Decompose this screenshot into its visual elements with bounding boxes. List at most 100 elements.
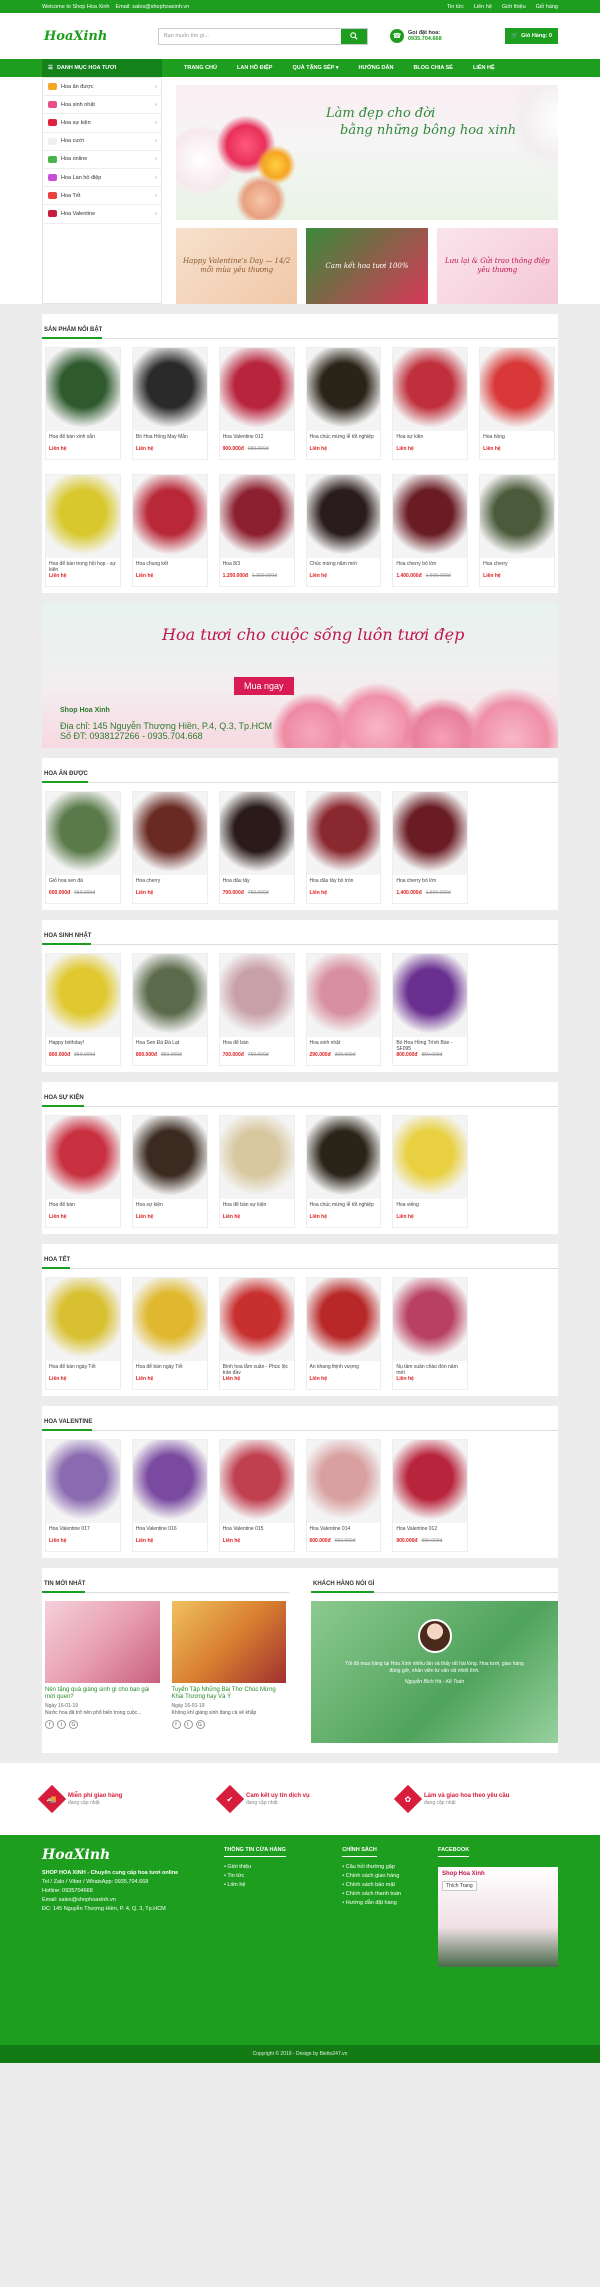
- policy-custom[interactable]: ✿ Làm và giao hoa theo yêu cầu đang cập n…: [393, 1784, 558, 1814]
- product-name[interactable]: Hoa cherry bó lớn: [393, 558, 467, 571]
- product-name[interactable]: Giỏ hoa sen đá: [46, 875, 120, 888]
- product-name[interactable]: Hoa sự kiện: [393, 431, 467, 444]
- product-image[interactable]: [480, 348, 554, 431]
- product-card[interactable]: Bình hoa lẵm xuân - Phúc lộc tràn đầy Liê…: [218, 1277, 295, 1390]
- news-item[interactable]: Nên tặng quà giáng sinh gì cho bạn gái m…: [45, 1601, 160, 1729]
- product-card[interactable]: Hoa sự kiện Liên hệ: [392, 347, 469, 460]
- product-name[interactable]: Hoa Valentine 014: [307, 1523, 381, 1536]
- product-card[interactable]: Hoa để bàn sự kiện Liên hệ: [218, 1115, 295, 1228]
- product-card[interactable]: Hoa chúc mừng lễ tốt nghiệp Liên hệ: [305, 347, 382, 460]
- facebook-widget[interactable]: Shop Hoa Xinh Thích Trang: [438, 1867, 559, 1967]
- twitter-icon[interactable]: t: [57, 1720, 66, 1729]
- product-image[interactable]: [306, 954, 381, 1037]
- product-card[interactable]: Chúc mừng năm mới Liên hệ: [305, 474, 382, 587]
- product-card[interactable]: Hoa sự kiện Liên hệ: [131, 1115, 208, 1228]
- product-name[interactable]: Hoa để bàn trong hội họp - sự kiện: [46, 558, 120, 571]
- product-image[interactable]: [393, 1440, 468, 1523]
- product-card[interactable]: Hoa chúc mừng lễ tốt nghiệp Liên hệ: [305, 1115, 382, 1228]
- policy-free-shipping[interactable]: 🚚 Miễn phí giao hàng đang cập nhật: [37, 1784, 202, 1814]
- category-item[interactable]: Hoa online ›: [43, 151, 161, 169]
- product-card[interactable]: Hoa chung kết Liên hệ: [131, 474, 208, 587]
- twitter-icon[interactable]: t: [183, 1720, 193, 1729]
- product-name[interactable]: Happy birthday!: [46, 1037, 120, 1050]
- product-name[interactable]: Hoa viếng: [393, 1199, 467, 1212]
- product-name[interactable]: Hoa để bàn xinh xắn: [46, 431, 120, 444]
- product-image[interactable]: [46, 1440, 120, 1523]
- product-name[interactable]: Hoa chung kết: [133, 558, 207, 571]
- product-name[interactable]: Bình hoa lẵm xuân - Phúc lộc tràn đầy: [220, 1361, 294, 1374]
- product-card[interactable]: An khang thịnh vượng Liên hệ: [305, 1277, 382, 1390]
- product-card[interactable]: Hoa dâu tây bó tròn Liên hệ: [305, 791, 382, 904]
- hotline-number[interactable]: 0935.704.668: [408, 36, 442, 42]
- hero-slider[interactable]: Làm đẹp cho đời bằng những bông hoa xinh: [176, 85, 558, 220]
- product-card[interactable]: Hoa dâu tây 700.000đ 750.000đ: [218, 791, 295, 904]
- product-card[interactable]: Hoa sinh nhật 290.000đ 300.000đ: [305, 953, 382, 1066]
- product-card[interactable]: Hoa viếng Liên hệ: [392, 1115, 469, 1228]
- product-image[interactable]: [306, 1116, 381, 1199]
- category-item[interactable]: Hoa sự kiện ›: [43, 114, 161, 133]
- product-image[interactable]: [393, 1116, 468, 1199]
- footer-link[interactable]: • Tin tức: [224, 1872, 332, 1881]
- nav-blog[interactable]: BLOG CHIA SẺ: [403, 59, 463, 77]
- product-card[interactable]: Hoa Valentine 016 Liên hệ: [131, 1439, 208, 1552]
- product-card[interactable]: Hoa để bàn ngày Tết Liên hệ: [131, 1277, 208, 1390]
- product-name[interactable]: Hoa sự kiện: [133, 1199, 207, 1212]
- category-item[interactable]: Hoa sinh nhật ›: [43, 96, 161, 115]
- product-image[interactable]: [46, 348, 120, 431]
- search-input[interactable]: Bạn muốn tìm gì...: [159, 29, 341, 44]
- category-item[interactable]: Hoa Valentine ›: [43, 205, 161, 224]
- top-link-contact[interactable]: Liên hệ: [474, 4, 492, 10]
- news-item-title[interactable]: Tuyển Tập Những Bài Thơ Chúc Mừng Khai T…: [172, 1687, 287, 1701]
- top-link-about[interactable]: Giới thiệu: [502, 4, 526, 10]
- facebook-icon[interactable]: f: [45, 1720, 54, 1729]
- product-name[interactable]: Chúc mừng năm mới: [307, 558, 381, 571]
- footer-link[interactable]: • Liên hệ: [224, 1881, 332, 1890]
- product-image[interactable]: [132, 1440, 207, 1523]
- nav-home[interactable]: TRANG CHỦ: [174, 59, 227, 77]
- nav-gifts[interactable]: QUÀ TẶNG SẾP ▾: [282, 59, 348, 77]
- product-name[interactable]: Hoa 8/3: [220, 558, 294, 571]
- product-card[interactable]: Hoa cherry Liên hệ: [479, 474, 555, 587]
- product-name[interactable]: Hoa sinh nhật: [307, 1037, 381, 1050]
- product-image[interactable]: [219, 1440, 294, 1523]
- product-image[interactable]: [46, 475, 120, 558]
- product-card[interactable]: Hoa cherry Liên hệ: [131, 791, 208, 904]
- footer-link[interactable]: • Chính sách thanh toán: [342, 1890, 428, 1899]
- category-item[interactable]: Hoa Tết ›: [43, 187, 161, 206]
- category-item[interactable]: Hoa ăn được ›: [43, 78, 161, 97]
- product-image[interactable]: [132, 475, 207, 558]
- news-item[interactable]: Tuyển Tập Những Bài Thơ Chúc Mừng Khai T…: [171, 1601, 287, 1729]
- footer-link[interactable]: • Chính sách bảo mật: [342, 1881, 428, 1890]
- product-image[interactable]: [46, 1116, 120, 1199]
- product-name[interactable]: Hoa Valentine 015: [220, 1523, 294, 1536]
- nav-contact[interactable]: LIÊN HỆ: [463, 59, 505, 77]
- policy-commitment[interactable]: ✔ Cam kết uy tín dịch vụ đang cập nhật: [215, 1784, 380, 1814]
- product-image[interactable]: [480, 475, 554, 558]
- product-name[interactable]: Hoa Valentine 012: [220, 431, 294, 444]
- product-image[interactable]: [132, 348, 207, 431]
- search-button[interactable]: [341, 28, 367, 44]
- product-name[interactable]: Hoa để bàn ngày Tết: [133, 1361, 207, 1374]
- product-image[interactable]: [46, 792, 120, 875]
- news-image[interactable]: [171, 1601, 286, 1683]
- sub-banner-message[interactable]: Lưu lại & Gửi trao thông điệp yêu thương: [436, 228, 558, 304]
- product-name[interactable]: Hoa để bàn: [46, 1199, 120, 1212]
- product-name[interactable]: Hoa dâu tây: [220, 875, 294, 888]
- product-image[interactable]: [306, 475, 381, 558]
- nav-orchid[interactable]: LAN HỒ ĐIỆP: [227, 59, 282, 77]
- product-image[interactable]: [306, 1440, 381, 1523]
- product-name[interactable]: Hoa chúc mừng lễ tốt nghiệp: [307, 431, 381, 444]
- product-image[interactable]: [393, 1278, 468, 1361]
- google-plus-icon[interactable]: G: [195, 1720, 205, 1729]
- product-card[interactable]: Hoa Valentine 015 Liên hệ: [218, 1439, 295, 1552]
- buy-now-button[interactable]: Mua ngay: [234, 677, 294, 695]
- product-image[interactable]: [219, 475, 294, 558]
- product-image[interactable]: [306, 792, 381, 875]
- cart-button[interactable]: 🛒 Giỏ Hàng: 0: [505, 28, 558, 44]
- product-card[interactable]: Giỏ hoa sen đá 600.000đ 650.000đ: [45, 791, 121, 904]
- product-card[interactable]: Bó Hoa Hồng Trình Bàn - SF095 800.000đ 850…: [392, 953, 469, 1066]
- top-link-news[interactable]: Tin tức: [447, 4, 464, 10]
- product-name[interactable]: Hoa để bàn: [220, 1037, 294, 1050]
- product-name[interactable]: Nụ tầm xuân chào đón năm mới: [393, 1361, 467, 1374]
- product-name[interactable]: Hoa Valentine 017: [46, 1523, 120, 1536]
